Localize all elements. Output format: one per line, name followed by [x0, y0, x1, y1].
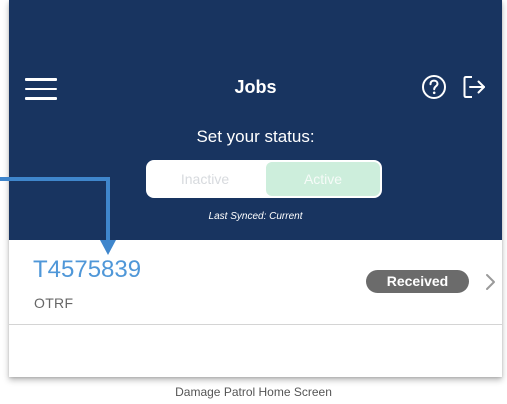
help-circle-icon [422, 75, 446, 99]
status-inactive-option[interactable]: Inactive [146, 160, 264, 198]
status-active-option[interactable]: Active [266, 162, 380, 196]
app-screen: Jobs Set your status: Inactive Active La… [9, 0, 502, 377]
figure-caption: Damage Patrol Home Screen [175, 385, 332, 399]
logout-button[interactable] [461, 74, 487, 100]
status-badge: Received [366, 270, 469, 293]
last-synced-text: Last Synced: Current [208, 211, 303, 222]
job-id[interactable]: T4575839 [33, 256, 141, 284]
chevron-right-icon [486, 274, 495, 290]
logout-icon [463, 76, 485, 98]
job-list-item[interactable]: T4575839 OTRF Received [9, 240, 502, 325]
status-toggle[interactable]: Inactive Active [146, 160, 382, 198]
status-label: Set your status: [196, 127, 315, 146]
job-subtitle: OTRF [34, 295, 74, 311]
app-header: Jobs Set your status: Inactive Active La… [9, 0, 502, 240]
help-button[interactable] [421, 74, 447, 100]
